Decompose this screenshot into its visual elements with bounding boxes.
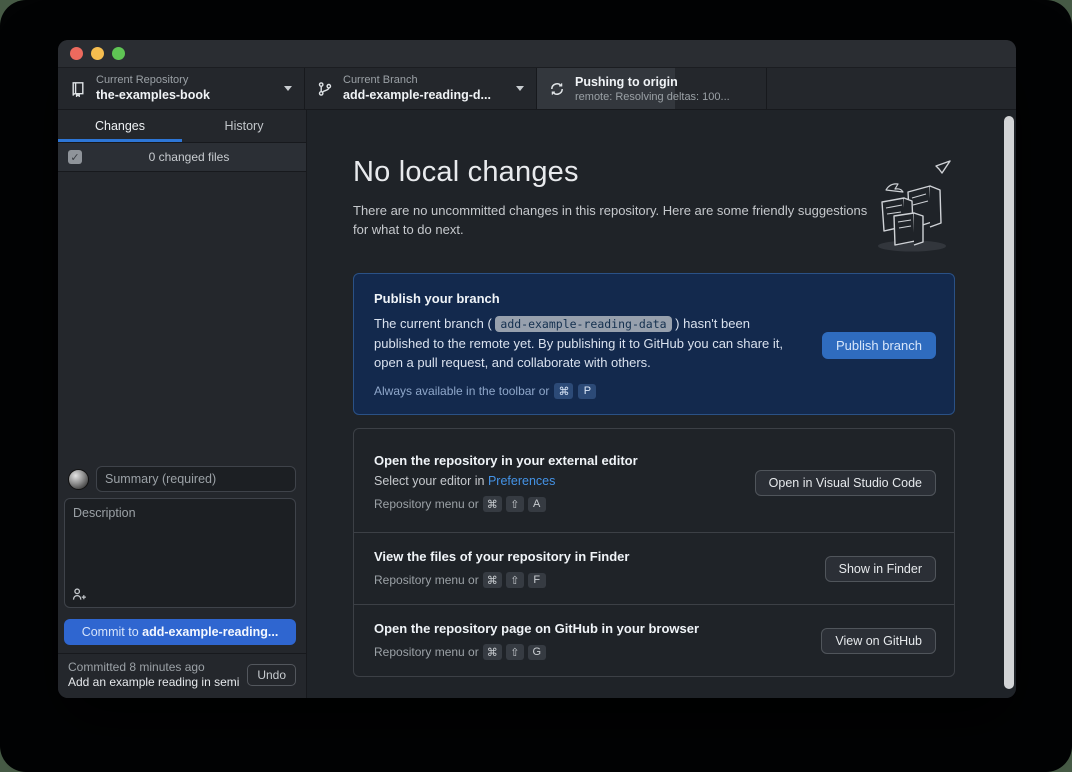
undo-button[interactable]: Undo: [247, 664, 296, 686]
description-input[interactable]: [64, 498, 296, 608]
open-in-vscode-button[interactable]: Open in Visual Studio Code: [755, 470, 936, 496]
sidebar-tabs: Changes History: [58, 110, 306, 143]
push-status: remote: Resolving deltas: 100...: [575, 90, 754, 104]
show-in-finder-body: View the files of your repository in Fin…: [374, 549, 809, 588]
sidebar: Changes History ✓ 0 changed files: [58, 110, 307, 698]
show-in-finder-title: View the files of your repository in Fin…: [374, 549, 809, 564]
changed-files-row: ✓ 0 changed files: [58, 143, 306, 172]
titlebar: [58, 40, 1016, 68]
publish-card-text: The current branch ( add-example-reading…: [374, 314, 794, 372]
show-in-finder-shortcut: Repository menu or ⌘ ⇧ F: [374, 572, 809, 588]
view-on-github-row: Open the repository page on GitHub in yo…: [354, 604, 954, 676]
commit-form: Commit to add-example-reading...: [58, 460, 306, 653]
publish-footer-text: Always available in the toolbar or: [374, 384, 549, 398]
github-desktop-window: Current Repository the-examples-book Cur…: [58, 40, 1016, 698]
current-repository-dropdown[interactable]: Current Repository the-examples-book: [58, 68, 305, 109]
shift-key: ⇧: [506, 644, 524, 660]
push-text: Pushing to origin remote: Resolving delt…: [575, 74, 754, 104]
select-editor-text: Select your editor in: [374, 474, 488, 488]
p-key: P: [578, 384, 596, 399]
shortcut-prefix: Repository menu or: [374, 645, 479, 659]
shift-key: ⇧: [506, 496, 524, 512]
branch-name-chip: add-example-reading-data: [495, 316, 671, 332]
cmd-key: ⌘: [483, 644, 502, 660]
minimize-window-button[interactable]: [91, 47, 104, 60]
main-content: No local changes There are no uncommitte…: [353, 156, 954, 677]
cmd-key: ⌘: [483, 572, 502, 588]
publish-branch-card: Publish your branch The current branch (…: [353, 273, 955, 415]
publish-text-before: The current branch (: [374, 316, 495, 331]
view-on-github-title: Open the repository page on GitHub in yo…: [374, 621, 805, 636]
last-commit-text: Committed 8 minutes ago Add an example r…: [68, 660, 239, 690]
scrollbar[interactable]: [1004, 116, 1014, 689]
f-key: F: [528, 573, 546, 588]
push-title: Pushing to origin: [575, 74, 754, 90]
summary-row: [68, 466, 296, 492]
add-coauthor-icon[interactable]: [72, 587, 87, 602]
shortcut-prefix: Repository menu or: [374, 497, 479, 511]
page-subtitle: There are no uncommitted changes in this…: [353, 201, 869, 239]
current-branch-dropdown[interactable]: Current Branch add-example-reading-d...: [305, 68, 537, 109]
chevron-down-icon: [516, 86, 524, 91]
toolbar: Current Repository the-examples-book Cur…: [58, 68, 1016, 110]
publish-card-body: Publish your branch The current branch (…: [374, 291, 806, 399]
repository-text: Current Repository the-examples-book: [96, 74, 274, 103]
last-commit-message: Add an example reading in semi-...: [68, 675, 239, 690]
avatar: [68, 469, 89, 490]
commit-button-prefix: Commit to: [82, 625, 142, 639]
commit-button[interactable]: Commit to add-example-reading...: [64, 619, 296, 645]
no-changes-illustration-icon: [852, 158, 960, 257]
publish-branch-button[interactable]: Publish branch: [822, 332, 936, 359]
a-key: A: [528, 497, 546, 512]
view-on-github-shortcut: Repository menu or ⌘ ⇧ G: [374, 644, 805, 660]
publish-card-footer: Always available in the toolbar or ⌘ P: [374, 383, 806, 399]
commit-button-branch: add-example-reading...: [142, 625, 278, 639]
cmd-key: ⌘: [554, 383, 573, 399]
publish-card-title: Publish your branch: [374, 291, 806, 306]
toolbar-spacer: [767, 68, 1016, 109]
shift-key: ⇧: [506, 572, 524, 588]
repository-label: Current Repository: [96, 74, 274, 87]
tab-history[interactable]: History: [182, 110, 306, 142]
g-key: G: [528, 645, 546, 660]
show-in-finder-row: View the files of your repository in Fin…: [354, 532, 954, 604]
chevron-down-icon: [284, 86, 292, 91]
tab-changes[interactable]: Changes: [58, 110, 182, 142]
file-list-empty-area: [58, 172, 306, 460]
git-branch-icon: [317, 81, 333, 97]
changed-files-count: 0 changed files: [82, 150, 296, 164]
suggestions-card: Open the repository in your external edi…: [353, 428, 955, 677]
view-on-github-button[interactable]: View on GitHub: [821, 628, 936, 654]
branch-text: Current Branch add-example-reading-d...: [343, 74, 506, 103]
close-window-button[interactable]: [70, 47, 83, 60]
open-editor-shortcut: Repository menu or ⌘ ⇧ A: [374, 496, 739, 512]
shortcut-prefix: Repository menu or: [374, 573, 479, 587]
repository-name: the-examples-book: [96, 87, 274, 103]
repo-icon: [70, 81, 86, 97]
summary-input[interactable]: [96, 466, 296, 492]
open-editor-title: Open the repository in your external edi…: [374, 453, 739, 468]
open-editor-body: Open the repository in your external edi…: [374, 453, 739, 512]
branch-label: Current Branch: [343, 74, 506, 87]
cmd-key: ⌘: [483, 496, 502, 512]
preferences-link[interactable]: Preferences: [488, 474, 555, 488]
push-to-origin-button[interactable]: Pushing to origin remote: Resolving delt…: [537, 68, 767, 109]
branch-name: add-example-reading-d...: [343, 87, 506, 103]
last-commit-bar: Committed 8 minutes ago Add an example r…: [58, 653, 306, 698]
zoom-window-button[interactable]: [112, 47, 125, 60]
main-panel: No local changes There are no uncommitte…: [307, 110, 1016, 698]
select-all-checkbox[interactable]: ✓: [68, 150, 82, 164]
view-on-github-body: Open the repository page on GitHub in yo…: [374, 621, 805, 660]
select-editor-line: Select your editor in Preferences: [374, 474, 739, 488]
last-commit-time: Committed 8 minutes ago: [68, 660, 239, 675]
description-wrap: [64, 498, 296, 611]
show-in-finder-button[interactable]: Show in Finder: [825, 556, 936, 582]
sync-icon: [549, 81, 565, 97]
open-editor-row: Open the repository in your external edi…: [354, 429, 954, 532]
